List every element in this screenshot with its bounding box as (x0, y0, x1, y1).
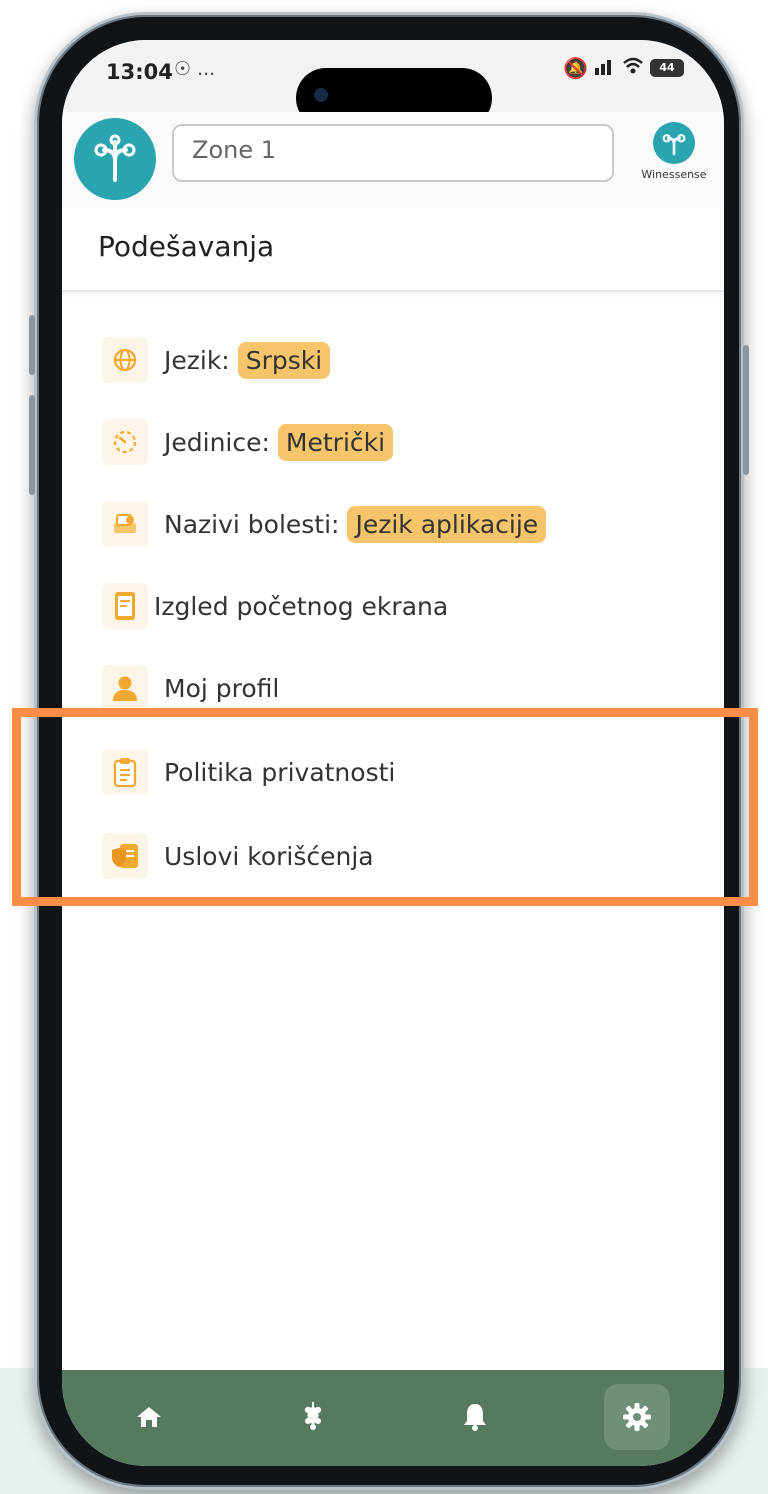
home-layout-label: Izgled početnog ekrana (154, 591, 449, 621)
privacy-label: Politika privatnosti (164, 757, 396, 787)
app-logo-icon[interactable] (74, 118, 156, 200)
page-title: Podešavanja (98, 230, 275, 263)
wifi-icon (622, 56, 644, 80)
timer-icon (102, 419, 148, 465)
app-screen: 13:04 ☉ ... 🔕 44 Zone 1 Winessense Podeš… (62, 40, 724, 1466)
disease-book-icon (102, 501, 148, 547)
units-value-badge[interactable]: Metrički (277, 423, 394, 461)
camera-lens (314, 88, 328, 102)
setting-language[interactable]: Jezik: Srpski (102, 330, 331, 390)
nav-settings-button[interactable] (604, 1384, 670, 1450)
language-label: Jezik: (164, 345, 230, 375)
bell-icon (464, 1404, 486, 1431)
zone-selector[interactable]: Zone 1 (172, 124, 614, 182)
clipboard-icon (102, 749, 148, 795)
page-title-bar: Podešavanja (62, 208, 724, 292)
nav-notifications-button[interactable] (442, 1384, 508, 1450)
mute-icon: 🔕 (563, 56, 588, 80)
setting-home-layout[interactable]: Izgled početnog ekrana (102, 576, 448, 636)
grapes-icon (304, 1402, 322, 1430)
setting-privacy-policy[interactable]: Politika privatnosti (102, 742, 395, 802)
home-icon (137, 1407, 161, 1427)
status-icons: 🔕 44 (563, 56, 684, 80)
signal-icon (594, 56, 616, 80)
power-button (743, 345, 749, 475)
status-extra: ☉ ... (174, 58, 216, 80)
language-value-badge[interactable]: Srpski (237, 341, 331, 379)
app-header: Zone 1 Winessense (62, 112, 724, 209)
bottom-nav (62, 1370, 724, 1466)
units-label: Jedinice: (164, 427, 270, 457)
setting-units[interactable]: Jedinice: Metrički (102, 412, 394, 472)
phone-layout-icon (102, 583, 148, 629)
nav-vineyard-button[interactable] (280, 1384, 346, 1450)
brand-icon (653, 122, 695, 164)
brand-logo: Winessense (624, 122, 724, 181)
disease-names-value-badge[interactable]: Jezik aplikacije (347, 505, 547, 543)
gear-icon (623, 1403, 651, 1431)
status-time: 13:04 (106, 60, 173, 84)
globe-icon (102, 337, 148, 383)
user-icon (102, 665, 148, 711)
volume-button (29, 315, 35, 375)
disease-names-label: Nazivi bolesti: (164, 509, 340, 539)
volume-button (29, 395, 35, 495)
battery-icon: 44 (650, 59, 684, 77)
setting-disease-names[interactable]: Nazivi bolesti: Jezik aplikacije (102, 494, 547, 554)
nav-home-button[interactable] (116, 1384, 182, 1450)
terms-shield-icon (102, 833, 148, 879)
profile-label: Moj profil (164, 673, 280, 703)
terms-label: Uslovi korišćenja (164, 841, 374, 871)
brand-name: Winessense (641, 168, 707, 181)
setting-terms-of-use[interactable]: Uslovi korišćenja (102, 826, 374, 886)
setting-profile[interactable]: Moj profil (102, 658, 279, 718)
